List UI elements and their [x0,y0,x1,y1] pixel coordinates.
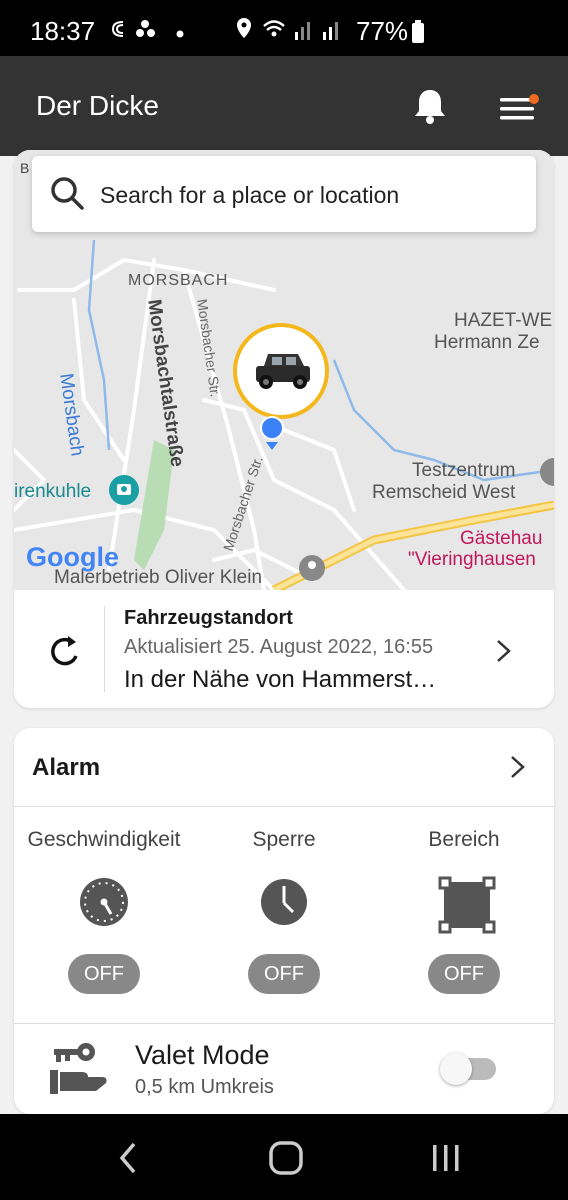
back-icon[interactable] [114,1140,144,1176]
map-label-testzentrum-2: Remscheid West [372,482,516,503]
vehicle-title: Der Dicke [36,90,159,121]
clock-icon [261,879,307,925]
system-nav-bar [0,1114,568,1200]
search-bar[interactable]: Search for a place or location [32,156,536,232]
recents-icon[interactable] [428,1140,464,1176]
home-icon[interactable] [268,1140,304,1176]
bell-icon[interactable] [410,86,450,126]
alarm-option-area[interactable]: Bereich OFF [374,806,554,1022]
alarm-option-state[interactable]: OFF [248,954,320,994]
battery-icon [412,20,424,43]
alarm-option-label: Geschwindigkeit [27,828,181,851]
map-label-morsbach: MORSBACH [128,272,229,289]
alarm-option-state[interactable]: OFF [68,954,140,994]
map-label-gastehaus-1: Gästehau [460,528,543,549]
status-time: 18:37 [30,16,96,46]
app-bar: Der Dicke [0,56,568,156]
alarm-option-label: Sperre [252,828,316,851]
alarm-option-state[interactable]: OFF [428,954,500,994]
search-placeholder: Search for a place or location [100,182,400,208]
location-address: In der Nähe von Hammerst… [124,666,437,693]
alarm-card: Alarm Geschwindigkeit OFF Sperre OFF Ber… [14,728,554,1114]
battery-percent: 77% [356,16,409,46]
divider [104,606,105,692]
toggle-knob [440,1053,472,1085]
area-icon [438,876,496,934]
vehicle-marker[interactable] [232,322,332,452]
map-label-renkuhle: irenkuhle [14,481,92,502]
location-card: MORSBACH Morsbach Morsbachtalstraße Mors… [14,150,554,708]
valet-mode-title: Valet Mode [135,1040,270,1070]
map-label-hazet-2: Hermann Ze [434,332,540,353]
location-updated: Aktualisiert 25. August 2022, 16:55 [124,636,434,658]
map-label-gastehaus-2: "Vieringhausen [408,549,536,570]
alarm-title: Alarm [32,754,101,781]
menu-icon[interactable] [494,88,540,128]
map-label-testzentrum-1: Testzentrum [412,460,516,481]
chevron-right-icon[interactable] [494,638,514,664]
status-bar: 18:37 77% [0,0,568,56]
valet-mode-row[interactable]: Valet Mode 0,5 km Umkreis [14,1023,554,1114]
chevron-right-icon[interactable] [508,754,528,780]
search-icon [51,177,84,210]
refresh-icon[interactable] [48,634,82,668]
alarm-option-speed[interactable]: Geschwindigkeit OFF [14,806,194,1022]
key-hand-icon [50,1043,107,1094]
alarm-header[interactable]: Alarm [14,728,554,807]
alarm-option-label: Bereich [428,828,500,851]
signal-icons [237,18,338,40]
valet-mode-subtitle: 0,5 km Umkreis [135,1076,274,1098]
alarm-option-lock[interactable]: Sperre OFF [194,806,374,1022]
speedometer-icon [80,878,128,926]
location-title: Fahrzeugstandort [124,607,293,629]
google-logo: Google [26,542,119,572]
map-edge-label: B [20,160,30,176]
map-label-hazet-1: HAZET-WE [454,310,553,331]
vehicle-location-row[interactable]: Fahrzeugstandort Aktualisiert 25. August… [14,590,554,708]
valet-mode-toggle[interactable] [440,1053,496,1085]
notification-icons [111,20,184,38]
